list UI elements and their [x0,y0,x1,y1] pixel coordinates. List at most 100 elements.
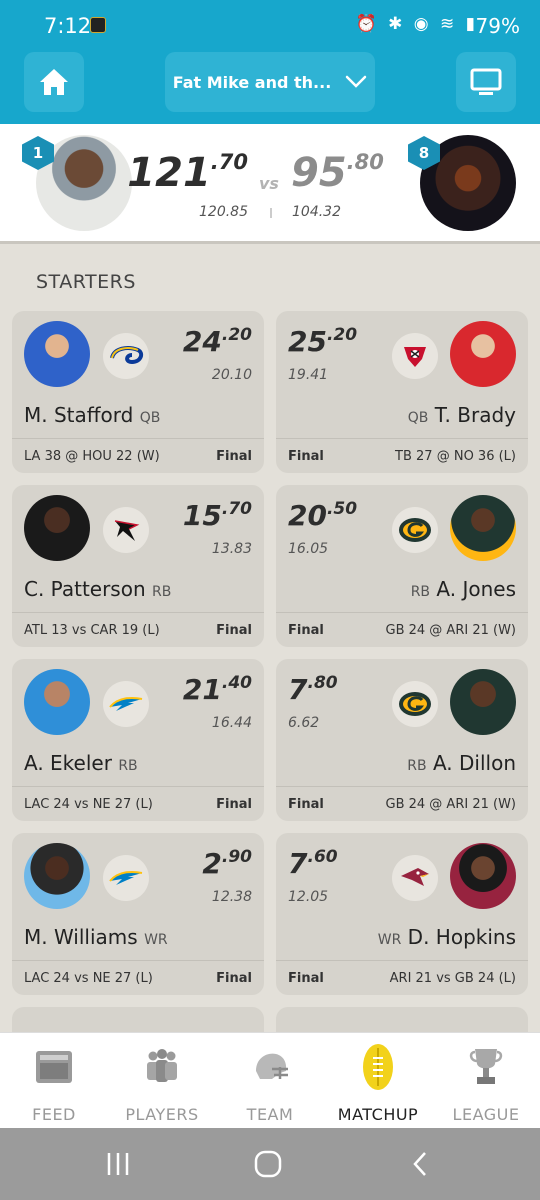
recent-apps-button[interactable] [98,1146,138,1182]
player-points-dec: .90 [221,847,252,867]
player-name-text: C. Patterson [24,577,146,601]
player-points-int: 21 [182,673,222,706]
player-avatar [24,495,90,561]
player-name: M. Stafford QB [24,403,160,427]
player-points: 7.60 [288,847,338,880]
player-name: M. Williams WR [24,925,168,949]
chargers-logo-icon [103,681,149,727]
player-projected-points: 12.38 [211,889,252,905]
team-select-dropdown[interactable]: Fat Mike and th... [165,52,375,112]
player-position: RB [410,584,431,600]
player-projected-points: 20.10 [211,367,252,383]
nav-players-label: PLAYERS [125,1105,199,1124]
feed-icon [34,1045,74,1089]
player-points-dec: .60 [307,847,338,867]
player-card[interactable]: 20.50 16.05 RB A. Jones GB 24 @ ARI 21 (W) F… [276,485,528,647]
player-card-body: 7.80 6.62 RB A. Dillon [276,659,528,786]
bottom-navigation: FEED PLAYERS TEAM MATCHUP LEAGUE [0,1032,540,1128]
player-name-text: A. Ekeler [24,751,112,775]
status-bar: 7:12 ⏰ ✱ ◉ ≋ ▮ 79% [0,0,540,52]
back-button[interactable] [400,1146,440,1182]
player-points-int: 7 [288,673,308,706]
player-card[interactable]: 7.80 6.62 RB A. Dillon GB 24 @ ARI 21 (W) Fi… [276,659,528,821]
right-score-int: 95 [291,150,347,196]
right-score-dec: .80 [346,150,384,174]
player-points-dec: .20 [326,325,358,345]
chargers-logo-icon [103,855,149,901]
game-status: Final [288,449,324,464]
player-points-dec: .50 [326,499,358,519]
player-points: 25.20 [288,325,357,358]
player-projected-points: 19.41 [288,367,329,383]
player-points-dec: .80 [307,673,338,693]
player-avatar [24,321,90,387]
player-card-body: 21.40 16.44 A. Ekeler RB [12,659,264,786]
left-score-int: 121 [127,150,211,196]
buccaneers-logo-icon [392,333,438,379]
player-projected-points: 6.62 [288,715,320,731]
player-points: 21.40 [183,673,252,706]
player-points: 7.80 [288,673,338,706]
packers-logo-icon [392,507,438,553]
player-card[interactable]: 7.60 12.05 WR D. Hopkins ARI 21 vs GB 24 (L… [276,833,528,995]
player-card-body: 20.50 16.05 RB A. Jones [276,485,528,612]
player-position: QB [139,410,161,426]
player-name-text: T. Brady [434,403,516,427]
player-points-dec: .70 [221,499,252,519]
game-result: ATL 13 vs CAR 19 (L) [24,623,160,638]
player-position: RB [407,758,427,774]
player-card[interactable]: 25.20 19.41 QB T. Brady TB 27 @ NO 36 (L) Fi… [276,311,528,473]
game-status: Final [288,797,324,812]
score-divider [270,208,272,218]
game-result-bar: ARI 21 vs GB 24 (L) Final [276,960,528,995]
player-points-dec: .20 [221,325,252,345]
player-points: 20.50 [288,499,357,532]
player-points: 2.90 [202,847,252,880]
nav-feed-label: FEED [32,1105,76,1124]
game-result-bar: LAC 24 vs NE 27 (L) Final [12,960,264,995]
game-status: Final [216,797,252,812]
display-button[interactable] [456,52,516,112]
player-avatar [450,843,516,909]
nav-feed[interactable]: FEED [0,1033,108,1129]
matchup-score-header: 1 121.70 vs 95.80 120.85 104.32 8 [0,124,540,244]
player-card-body: 25.20 19.41 QB T. Brady [276,311,528,438]
chevron-down-icon [346,75,367,88]
player-card[interactable]: 21.40 16.44 A. Ekeler RB LAC 24 vs NE 27 (L… [12,659,264,821]
falcons-logo-icon [103,507,149,553]
system-navigation-bar [0,1128,540,1200]
nav-matchup[interactable]: MATCHUP [324,1033,432,1129]
player-card[interactable]: 2.90 12.38 M. Williams WR LAC 24 vs NE 27 (… [12,833,264,995]
game-result: GB 24 @ ARI 21 (W) [385,797,517,812]
game-result-bar: GB 24 @ ARI 21 (W) Final [276,786,528,821]
game-status: Final [216,623,252,638]
player-projected-points: 16.05 [288,541,329,557]
player-position: WR [377,932,402,948]
game-status: Final [216,971,252,986]
game-result-bar: TB 27 @ NO 36 (L) Final [276,438,528,473]
packers-logo-icon [392,681,438,727]
home-system-button[interactable] [248,1146,288,1182]
nav-players[interactable]: PLAYERS [108,1033,216,1129]
nav-team[interactable]: TEAM [216,1033,324,1129]
game-result-bar: LAC 24 vs NE 27 (L) Final [12,786,264,821]
player-points-int: 2 [202,847,222,880]
player-name: QB T. Brady [408,403,516,427]
player-card-body: 2.90 12.38 M. Williams WR [12,833,264,960]
player-card[interactable]: 15.70 13.83 C. Patterson RB ATL 13 vs CAR 1… [12,485,264,647]
nav-team-label: TEAM [246,1105,294,1124]
player-name: RB A. Dillon [407,751,516,775]
nav-league[interactable]: LEAGUE [432,1033,540,1129]
player-card-body: 7.60 12.05 WR D. Hopkins [276,833,528,960]
game-result-bar: LA 38 @ HOU 22 (W) Final [12,438,264,473]
game-result-bar: ATL 13 vs CAR 19 (L) Final [12,612,264,647]
player-points-int: 25 [288,325,327,358]
home-circle-icon [254,1150,282,1178]
player-points-int: 20 [288,499,327,532]
home-button[interactable] [24,52,84,112]
player-avatar [450,669,516,735]
left-team-score: 121.70 [127,150,248,196]
player-position: RB [118,758,138,774]
player-name: C. Patterson RB [24,577,171,601]
player-card[interactable]: 24.20 20.10 M. Stafford QB LA 38 @ HOU 22 (… [12,311,264,473]
